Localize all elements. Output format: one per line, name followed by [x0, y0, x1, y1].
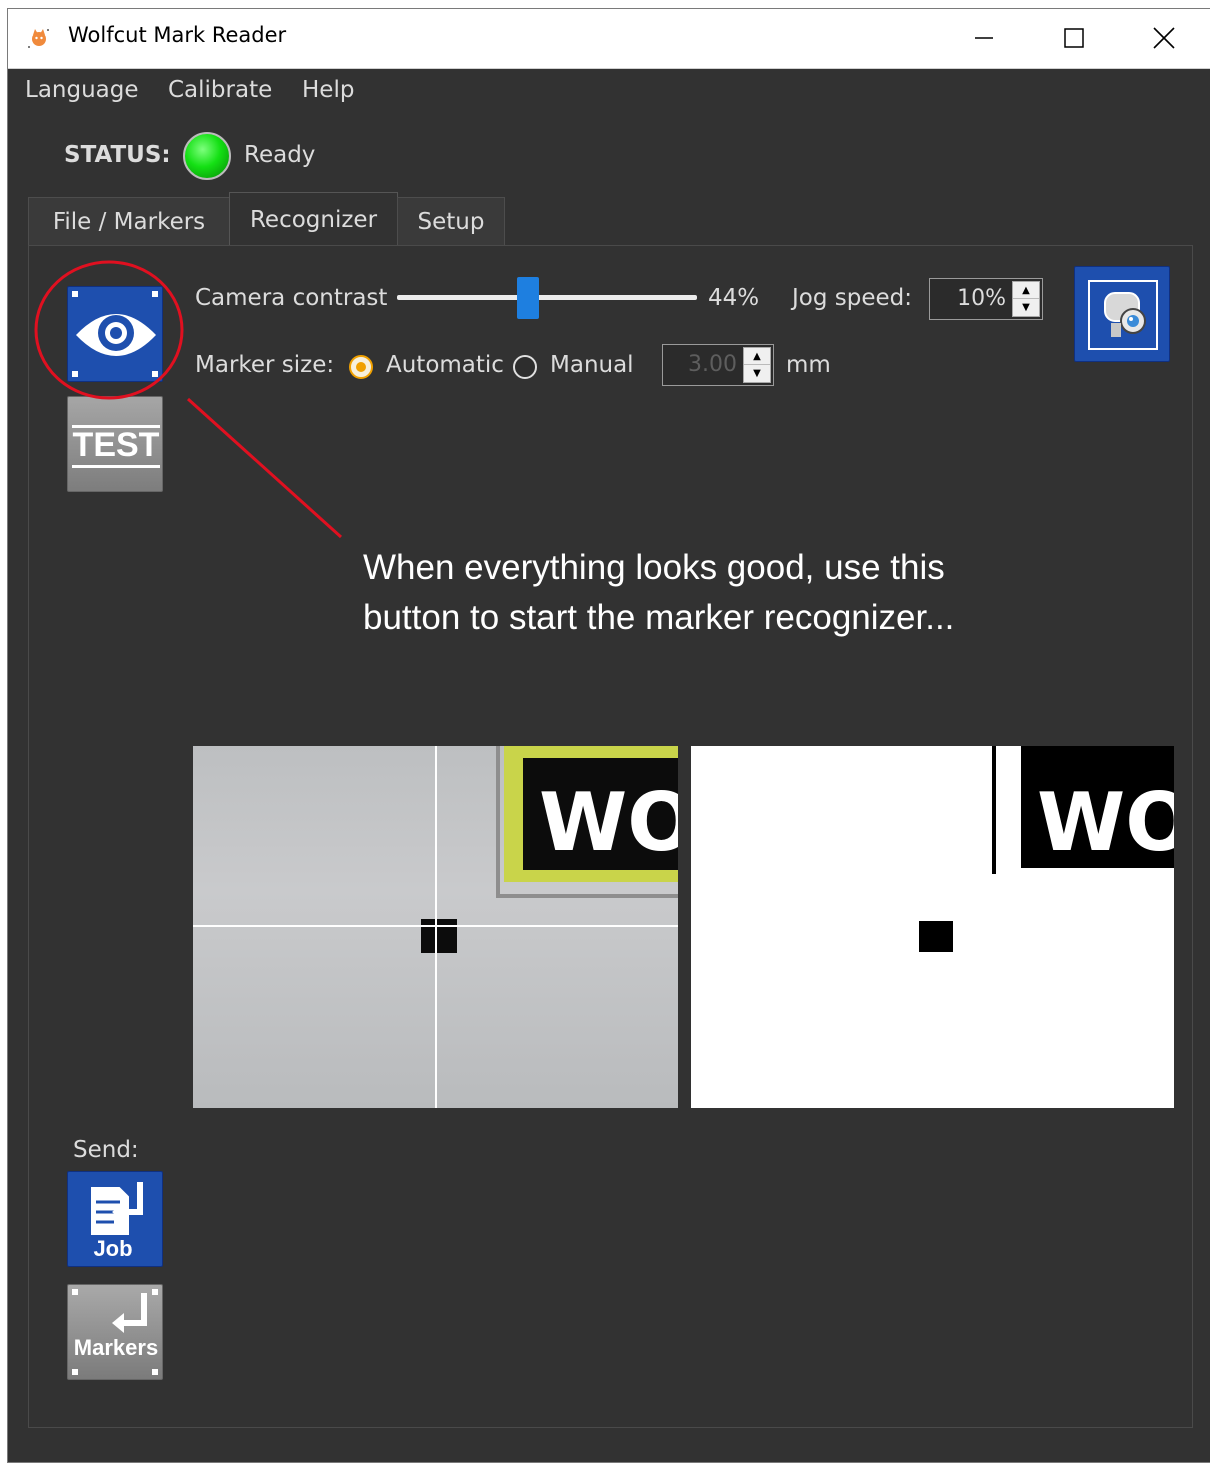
menu-language[interactable]: Language	[25, 77, 139, 103]
marker-size-unit: mm	[786, 352, 831, 378]
spin-up-icon[interactable]: ▲	[744, 348, 770, 365]
minimize-icon	[975, 37, 993, 39]
spin-down-icon[interactable]: ▼	[744, 365, 770, 382]
status-text: Ready	[244, 142, 316, 168]
annotation-callout	[34, 260, 343, 539]
tab-label: Recognizer	[249, 206, 378, 233]
send-label: Send:	[73, 1137, 139, 1163]
marker-size-stepper[interactable]: ▲ ▼	[743, 347, 771, 383]
menu-help[interactable]: Help	[302, 77, 354, 103]
spin-down-icon[interactable]: ▼	[1013, 299, 1039, 316]
send-markers-button[interactable]: Markers	[67, 1284, 163, 1380]
camera-settings-button[interactable]	[1074, 266, 1170, 362]
send-markers-label: Markers	[73, 1335, 159, 1360]
close-button[interactable]	[1119, 9, 1209, 67]
title-bar[interactable]: Wolfcut Mark Reader	[8, 9, 1210, 69]
send-job-label: Job	[93, 1236, 133, 1261]
jog-speed-stepper[interactable]: ▲ ▼	[1012, 281, 1040, 317]
camera-live-view-text: WO	[539, 776, 678, 869]
jog-speed-label: Jog speed:	[792, 285, 912, 311]
marker-size-manual-radio[interactable]	[513, 355, 537, 379]
camera-threshold-image: WO	[919, 746, 1174, 952]
tab-setup[interactable]: Setup	[397, 197, 505, 245]
annotation-line-2: button to start the marker recognizer...	[363, 598, 955, 637]
menu-calibrate[interactable]: Calibrate	[168, 77, 272, 103]
tab-file-markers[interactable]: File / Markers	[28, 197, 230, 245]
app-window: Wolfcut Mark Reader Language Calibrate H…	[7, 8, 1210, 1463]
selection-corner	[152, 1289, 158, 1295]
camera-live-view[interactable]: WO	[193, 746, 678, 1108]
maximize-button[interactable]	[1029, 9, 1119, 67]
close-icon	[1153, 27, 1175, 49]
send-arrow-icon	[112, 1293, 147, 1333]
marker-size-value: 3.00	[688, 352, 737, 377]
selection-corner	[152, 1369, 158, 1375]
camera-threshold-view-text: WO	[1037, 776, 1174, 869]
wolf-logo-icon	[28, 29, 49, 48]
camera-threshold-view[interactable]: WO	[691, 746, 1174, 1108]
send-job-button[interactable]: Job	[67, 1171, 163, 1267]
camera-live-image: WO	[193, 746, 678, 1108]
menu-bar: Language Calibrate Help	[8, 71, 1210, 113]
status-indicator-icon	[183, 132, 231, 180]
jog-speed-value: 10%	[957, 286, 1006, 311]
selection-corner	[72, 1289, 78, 1295]
maximize-icon	[1064, 28, 1084, 48]
tab-label: File / Markers	[52, 208, 206, 235]
window-title: Wolfcut Mark Reader	[68, 23, 287, 47]
camera-icon	[1088, 280, 1158, 350]
marker-size-manual-label[interactable]: Manual	[550, 352, 634, 378]
tab-recognizer[interactable]: Recognizer	[229, 192, 398, 246]
selection-corner	[72, 1369, 78, 1375]
spin-up-icon[interactable]: ▲	[1013, 282, 1039, 299]
annotation-text: When everything looks good, use this but…	[363, 543, 1043, 643]
minimize-button[interactable]	[939, 9, 1029, 67]
tab-label: Setup	[417, 208, 485, 235]
camera-contrast-slider[interactable]	[397, 295, 697, 300]
camera-contrast-slider-handle[interactable]	[517, 277, 539, 319]
marker-size-spinbox[interactable]: 3.00 ▲ ▼	[662, 344, 774, 386]
annotation-line-1: When everything looks good, use this	[363, 548, 945, 587]
camera-contrast-value: 44%	[708, 285, 760, 311]
jog-speed-spinbox[interactable]: 10% ▲ ▼	[929, 278, 1043, 320]
status-label: STATUS:	[64, 142, 171, 168]
